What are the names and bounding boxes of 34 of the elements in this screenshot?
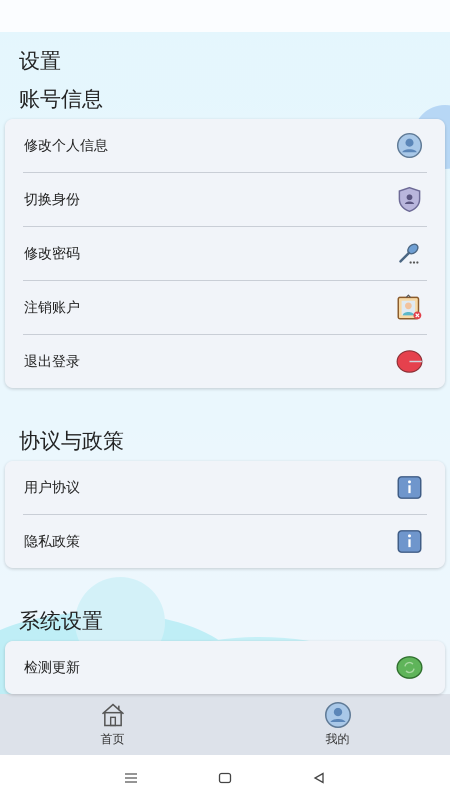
settings-row[interactable]: 修改个人信息 <box>5 119 445 172</box>
row-label: 退出登录 <box>24 352 80 370</box>
row-label: 注销账户 <box>24 298 80 316</box>
profile-icon <box>396 132 423 159</box>
tab[interactable]: 首页 <box>0 694 225 755</box>
row-label: 修改密码 <box>24 244 80 262</box>
shield-icon <box>396 186 423 213</box>
menu-icon[interactable] <box>124 772 138 784</box>
profile-icon <box>324 701 352 729</box>
tab[interactable]: 我的 <box>225 694 450 755</box>
row-label: 隐私政策 <box>24 532 80 550</box>
settings-row[interactable]: 注销账户 <box>5 281 445 334</box>
settings-row[interactable]: 修改密码 <box>5 227 445 280</box>
tab-label: 首页 <box>100 731 124 748</box>
settings-row[interactable]: 检测更新 <box>5 641 445 694</box>
tab-label: 我的 <box>326 731 350 748</box>
back-icon[interactable] <box>312 772 326 784</box>
row-label: 修改个人信息 <box>24 136 108 154</box>
page-title: 设置 <box>19 48 62 74</box>
section-title: 账号信息 <box>19 86 104 112</box>
info-icon <box>396 474 423 501</box>
settings-row[interactable]: 隐私政策 <box>5 515 445 568</box>
row-label: 切换身份 <box>24 190 80 208</box>
section-title: 系统设置 <box>19 608 104 634</box>
section-title: 协议与政策 <box>19 428 125 454</box>
row-label: 用户协议 <box>24 478 80 496</box>
id-badge-icon <box>396 294 423 321</box>
settings-row[interactable]: 退出登录 <box>5 335 445 388</box>
row-label: 检测更新 <box>24 658 80 676</box>
refresh-icon <box>396 654 423 681</box>
settings-row[interactable]: 用户协议 <box>5 461 445 514</box>
settings-row[interactable]: 切换身份 <box>5 173 445 226</box>
info-icon <box>396 528 423 555</box>
logout-icon <box>396 348 423 375</box>
